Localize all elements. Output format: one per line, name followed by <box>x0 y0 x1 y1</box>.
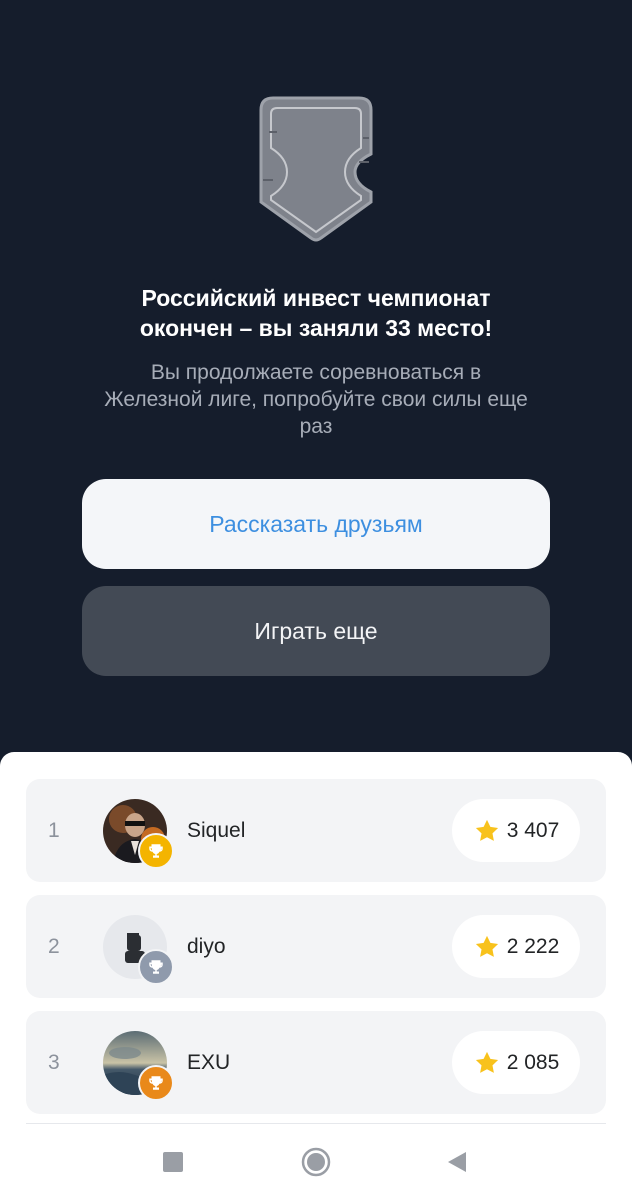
result-title-line-1: Российский инвест чемпионат <box>141 285 491 311</box>
result-subtitle-line-1: Вы продолжаете соревноваться в <box>150 361 482 384</box>
gold-trophy-icon <box>138 833 174 869</box>
list-divider <box>26 1123 606 1124</box>
share-with-friends-label: Рассказать друзьям <box>209 510 423 537</box>
bronze-trophy-icon <box>138 1065 174 1101</box>
share-with-friends-button[interactable]: Рассказать друзьям <box>82 479 550 569</box>
recents-square-icon[interactable] <box>162 1151 184 1178</box>
player-name: EXU <box>187 1050 231 1074</box>
score-value: 2 222 <box>506 934 560 958</box>
score-pill: 2 222 <box>452 915 580 978</box>
score-value: 2 085 <box>506 1050 560 1074</box>
result-subtitle: Вы продолжаете соревноваться в Железной … <box>70 359 562 440</box>
silver-trophy-icon <box>138 949 174 985</box>
star-icon <box>475 935 498 957</box>
player-name: Siquel <box>187 818 246 842</box>
result-subtitle-line-2: Железной лиге, попробуйте свои силы еще <box>104 388 528 411</box>
play-again-button[interactable]: Играть еще <box>82 586 550 676</box>
star-icon <box>475 819 498 841</box>
home-circle-icon[interactable] <box>301 1147 331 1182</box>
leaderboard-row[interactable]: 2 diyo 2 222 <box>26 895 606 998</box>
star-icon <box>475 1051 498 1073</box>
result-title: Российский инвест чемпионат окончен – вы… <box>0 283 632 343</box>
leaderboard-row[interactable]: 1 Siquel 3 407 <box>26 779 606 882</box>
leaderboard-row[interactable]: 3 EXU 2 085 <box>26 1011 606 1114</box>
rank-number: 3 <box>48 1050 60 1074</box>
score-pill: 2 085 <box>452 1031 580 1094</box>
play-again-label: Играть еще <box>254 617 378 644</box>
back-triangle-icon[interactable] <box>446 1150 468 1179</box>
result-title-line-2: окончен – вы заняли 33 место! <box>139 315 493 341</box>
rank-number: 1 <box>48 818 60 842</box>
result-subtitle-line-3: раз <box>299 415 333 438</box>
league-badge-icon <box>251 92 381 242</box>
rank-number: 2 <box>48 934 60 958</box>
score-pill: 3 407 <box>452 799 580 862</box>
player-name: diyo <box>187 934 226 958</box>
score-value: 3 407 <box>506 818 560 842</box>
